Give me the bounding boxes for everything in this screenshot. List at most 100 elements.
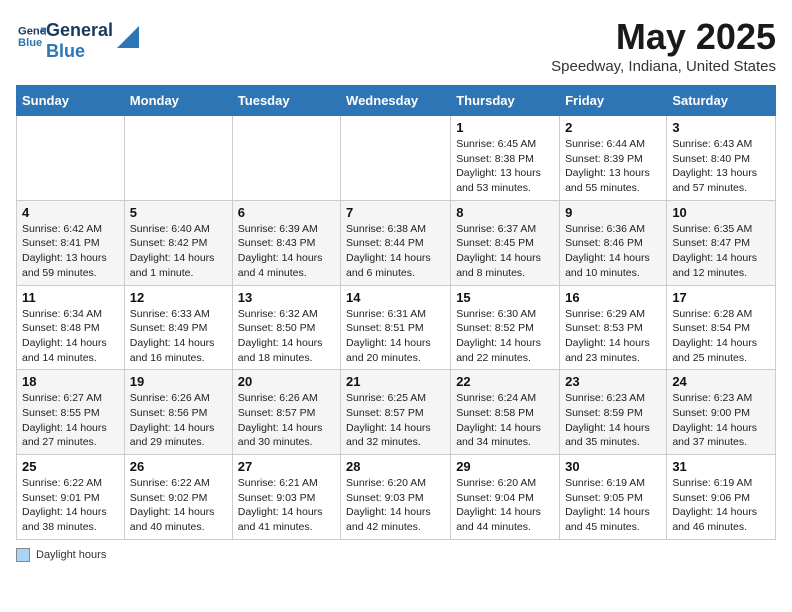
- legend-color-box: [16, 548, 30, 562]
- calendar-cell: 17 Sunrise: 6:28 AM Sunset: 8:54 PM Dayli…: [667, 285, 776, 370]
- day-detail: Sunrise: 6:21 AM Sunset: 9:03 PM Dayligh…: [238, 476, 335, 535]
- day-detail: Sunrise: 6:30 AM Sunset: 8:52 PM Dayligh…: [456, 307, 554, 366]
- calendar-cell: 24Sunrise: 6:23 AM Sunset: 9:00 PM Dayli…: [667, 370, 776, 455]
- day-detail: Sunrise: 6:26 AM Sunset: 8:57 PM Dayligh…: [238, 391, 335, 450]
- calendar-week-row: 1 Sunrise: 6:45 AM Sunset: 8:38 PM Daylig…: [17, 116, 776, 201]
- calendar-cell: 16 Sunrise: 6:29 AM Sunset: 8:53 PM Dayli…: [560, 285, 667, 370]
- day-number: 7: [346, 205, 445, 220]
- day-number: 6: [238, 205, 335, 220]
- day-detail: Sunrise: 6:31 AM Sunset: 8:51 PM Dayligh…: [346, 307, 445, 366]
- day-number: 31: [672, 459, 770, 474]
- day-number: 22: [456, 374, 554, 389]
- day-number: 17: [672, 290, 770, 305]
- page-subtitle: Speedway, Indiana, United States: [551, 58, 776, 75]
- day-number: 26: [130, 459, 227, 474]
- calendar-week-row: 18Sunrise: 6:27 AM Sunset: 8:55 PM Dayli…: [17, 370, 776, 455]
- day-detail: Sunrise: 6:23 AM Sunset: 9:00 PM Dayligh…: [672, 391, 770, 450]
- day-detail: Sunrise: 6:25 AM Sunset: 8:57 PM Dayligh…: [346, 391, 445, 450]
- day-detail: Sunrise: 6:27 AM Sunset: 8:55 PM Dayligh…: [22, 391, 119, 450]
- day-number: 30: [565, 459, 661, 474]
- calendar-cell: 25Sunrise: 6:22 AM Sunset: 9:01 PM Dayli…: [17, 455, 125, 540]
- calendar-table: SundayMondayTuesdayWednesdayThursdayFrid…: [16, 85, 776, 540]
- day-detail: Sunrise: 6:32 AM Sunset: 8:50 PM Dayligh…: [238, 307, 335, 366]
- calendar-cell: 30 Sunrise: 6:19 AM Sunset: 9:05 PM Dayli…: [560, 455, 667, 540]
- day-detail: Sunrise: 6:40 AM Sunset: 8:42 PM Dayligh…: [130, 222, 227, 281]
- day-detail: Sunrise: 6:45 AM Sunset: 8:38 PM Dayligh…: [456, 137, 554, 196]
- header-monday: Monday: [124, 86, 232, 116]
- day-detail: Sunrise: 6:23 AM Sunset: 8:59 PM Dayligh…: [565, 391, 661, 450]
- calendar-cell: 10Sunrise: 6:35 AM Sunset: 8:47 PM Dayli…: [667, 200, 776, 285]
- calendar-week-row: 4 Sunrise: 6:42 AM Sunset: 8:41 PM Daylig…: [17, 200, 776, 285]
- day-detail: Sunrise: 6:36 AM Sunset: 8:46 PM Dayligh…: [565, 222, 661, 281]
- day-number: 1: [456, 120, 554, 135]
- title-block: May 2025 Speedway, Indiana, United State…: [551, 16, 776, 75]
- calendar-cell: 31 Sunrise: 6:19 AM Sunset: 9:06 PM Dayli…: [667, 455, 776, 540]
- calendar-cell: 15 Sunrise: 6:30 AM Sunset: 8:52 PM Dayli…: [451, 285, 560, 370]
- day-detail: Sunrise: 6:43 AM Sunset: 8:40 PM Dayligh…: [672, 137, 770, 196]
- day-number: 15: [456, 290, 554, 305]
- day-detail: Sunrise: 6:29 AM Sunset: 8:53 PM Dayligh…: [565, 307, 661, 366]
- day-detail: Sunrise: 6:44 AM Sunset: 8:39 PM Dayligh…: [565, 137, 661, 196]
- calendar-cell: 13 Sunrise: 6:32 AM Sunset: 8:50 PM Dayli…: [232, 285, 340, 370]
- day-detail: Sunrise: 6:37 AM Sunset: 8:45 PM Dayligh…: [456, 222, 554, 281]
- calendar-cell: 20Sunrise: 6:26 AM Sunset: 8:57 PM Dayli…: [232, 370, 340, 455]
- day-detail: Sunrise: 6:42 AM Sunset: 8:41 PM Dayligh…: [22, 222, 119, 281]
- calendar-cell: 21 Sunrise: 6:25 AM Sunset: 8:57 PM Dayli…: [341, 370, 451, 455]
- day-detail: Sunrise: 6:39 AM Sunset: 8:43 PM Dayligh…: [238, 222, 335, 281]
- calendar-cell: 14 Sunrise: 6:31 AM Sunset: 8:51 PM Dayli…: [341, 285, 451, 370]
- calendar-cell: 4 Sunrise: 6:42 AM Sunset: 8:41 PM Daylig…: [17, 200, 125, 285]
- calendar-cell: [232, 116, 340, 201]
- day-number: 4: [22, 205, 119, 220]
- calendar-header-row: SundayMondayTuesdayWednesdayThursdayFrid…: [17, 86, 776, 116]
- day-detail: Sunrise: 6:28 AM Sunset: 8:54 PM Dayligh…: [672, 307, 770, 366]
- calendar-cell: 12Sunrise: 6:33 AM Sunset: 8:49 PM Dayli…: [124, 285, 232, 370]
- day-number: 27: [238, 459, 335, 474]
- day-detail: Sunrise: 6:38 AM Sunset: 8:44 PM Dayligh…: [346, 222, 445, 281]
- day-detail: Sunrise: 6:26 AM Sunset: 8:56 PM Dayligh…: [130, 391, 227, 450]
- day-number: 16: [565, 290, 661, 305]
- day-detail: Sunrise: 6:19 AM Sunset: 9:06 PM Dayligh…: [672, 476, 770, 535]
- day-number: 21: [346, 374, 445, 389]
- calendar-cell: 6 Sunrise: 6:39 AM Sunset: 8:43 PM Daylig…: [232, 200, 340, 285]
- day-number: 13: [238, 290, 335, 305]
- calendar-cell: 29Sunrise: 6:20 AM Sunset: 9:04 PM Dayli…: [451, 455, 560, 540]
- day-detail: Sunrise: 6:19 AM Sunset: 9:05 PM Dayligh…: [565, 476, 661, 535]
- header-saturday: Saturday: [667, 86, 776, 116]
- day-detail: Sunrise: 6:20 AM Sunset: 9:04 PM Dayligh…: [456, 476, 554, 535]
- calendar-cell: 22 Sunrise: 6:24 AM Sunset: 8:58 PM Dayli…: [451, 370, 560, 455]
- logo: General Blue General Blue: [16, 16, 139, 61]
- calendar-cell: 7 Sunrise: 6:38 AM Sunset: 8:44 PM Daylig…: [341, 200, 451, 285]
- logo-triangle-icon: [117, 26, 139, 48]
- calendar-cell: 11Sunrise: 6:34 AM Sunset: 8:48 PM Dayli…: [17, 285, 125, 370]
- calendar-cell: [124, 116, 232, 201]
- day-detail: Sunrise: 6:24 AM Sunset: 8:58 PM Dayligh…: [456, 391, 554, 450]
- day-number: 5: [130, 205, 227, 220]
- calendar-cell: [17, 116, 125, 201]
- svg-text:Blue: Blue: [18, 37, 42, 49]
- logo-line2: Blue: [46, 41, 113, 62]
- calendar-week-row: 11Sunrise: 6:34 AM Sunset: 8:48 PM Dayli…: [17, 285, 776, 370]
- day-number: 14: [346, 290, 445, 305]
- day-number: 9: [565, 205, 661, 220]
- day-number: 19: [130, 374, 227, 389]
- header-thursday: Thursday: [451, 86, 560, 116]
- header-sunday: Sunday: [17, 86, 125, 116]
- logo-icon: General Blue: [18, 22, 46, 50]
- day-number: 28: [346, 459, 445, 474]
- day-detail: Sunrise: 6:22 AM Sunset: 9:02 PM Dayligh…: [130, 476, 227, 535]
- day-number: 12: [130, 290, 227, 305]
- page-title: May 2025: [551, 16, 776, 58]
- calendar-cell: 28 Sunrise: 6:20 AM Sunset: 9:03 PM Dayli…: [341, 455, 451, 540]
- legend-row: Daylight hours: [16, 548, 776, 562]
- calendar-cell: 8Sunrise: 6:37 AM Sunset: 8:45 PM Daylig…: [451, 200, 560, 285]
- calendar-cell: 19 Sunrise: 6:26 AM Sunset: 8:56 PM Dayli…: [124, 370, 232, 455]
- legend-label: Daylight hours: [36, 549, 106, 561]
- calendar-cell: 27 Sunrise: 6:21 AM Sunset: 9:03 PM Dayli…: [232, 455, 340, 540]
- footer: Daylight hours: [16, 548, 776, 562]
- calendar-cell: 26 Sunrise: 6:22 AM Sunset: 9:02 PM Dayli…: [124, 455, 232, 540]
- day-detail: Sunrise: 6:20 AM Sunset: 9:03 PM Dayligh…: [346, 476, 445, 535]
- calendar-cell: 1 Sunrise: 6:45 AM Sunset: 8:38 PM Daylig…: [451, 116, 560, 201]
- calendar-week-row: 25Sunrise: 6:22 AM Sunset: 9:01 PM Dayli…: [17, 455, 776, 540]
- svg-text:General: General: [18, 26, 46, 38]
- day-number: 2: [565, 120, 661, 135]
